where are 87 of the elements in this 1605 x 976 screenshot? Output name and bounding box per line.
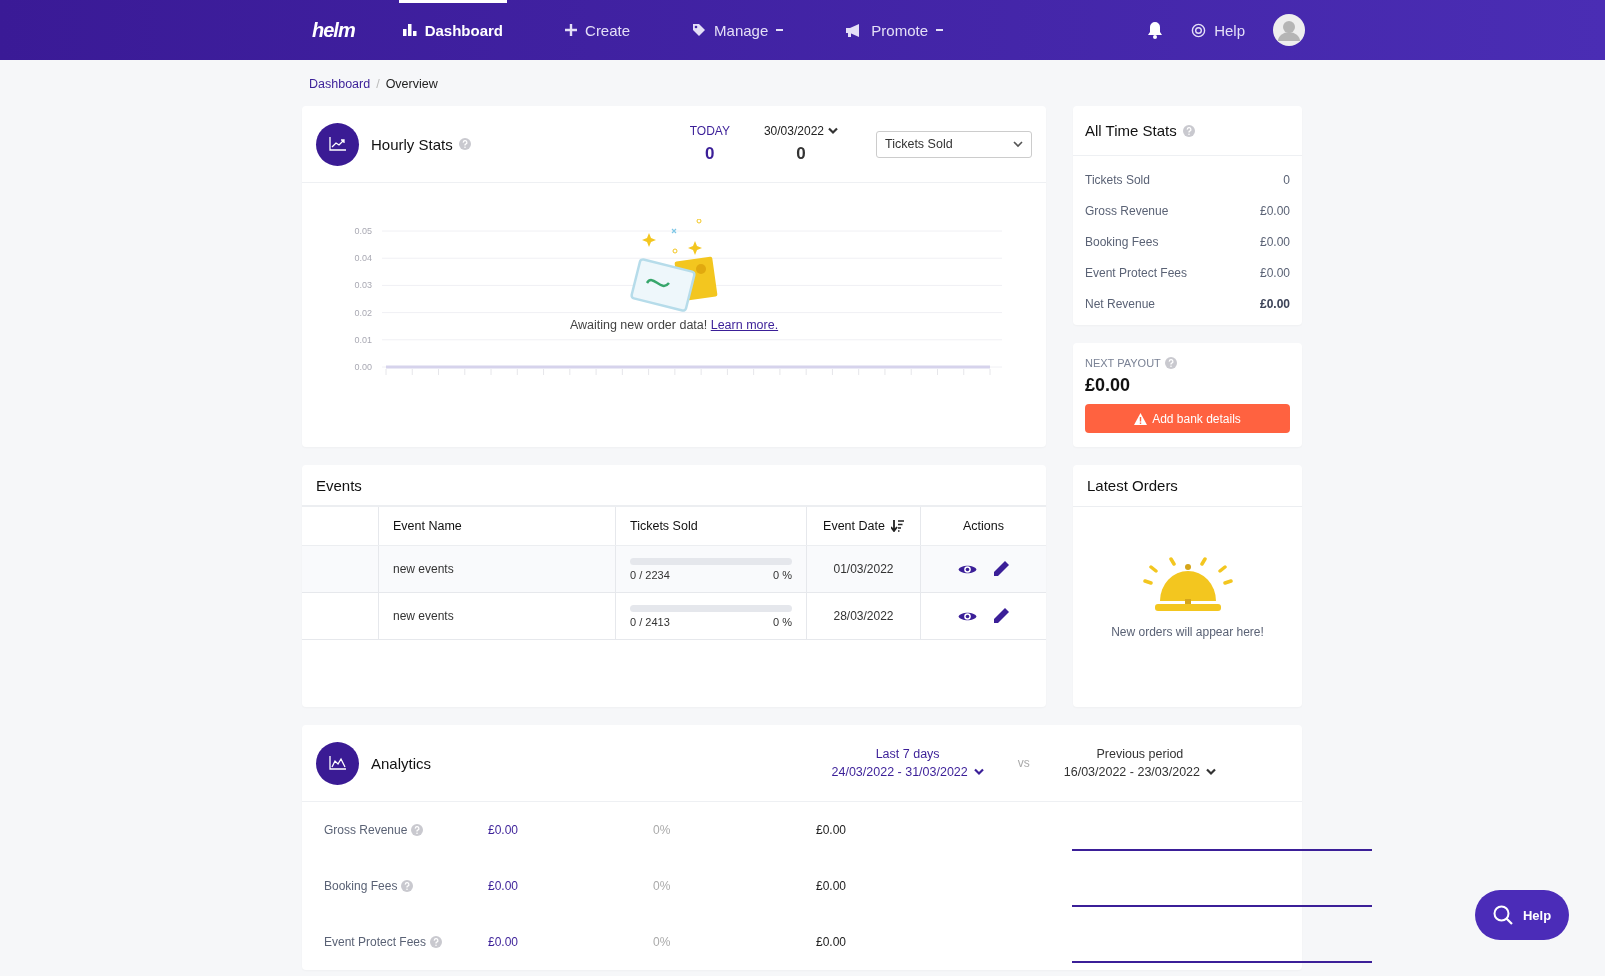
tickets-sold-percent: 0 % [773, 615, 792, 628]
y-tick-label: 0.03 [354, 280, 372, 291]
metric-label: Booking Fees [324, 879, 398, 893]
previous-value: £0.00 [816, 879, 848, 893]
chevron-down-icon[interactable] [1206, 768, 1216, 776]
pencil-icon[interactable] [993, 608, 1009, 624]
breadcrumb-link[interactable]: Dashboard [309, 77, 371, 91]
previous-value: £0.00 [816, 935, 848, 949]
metric-label: Gross Revenue [324, 823, 408, 837]
bell-icon[interactable] [1147, 21, 1164, 39]
stat-label: Gross Revenue [1085, 203, 1169, 218]
column-header: Tickets Sold [630, 519, 698, 533]
chart-icon [316, 122, 359, 166]
avatar[interactable] [1273, 14, 1305, 46]
plus-icon [565, 24, 578, 36]
card-title: Hourly Stats [371, 135, 453, 153]
change-percent: 0% [653, 879, 672, 893]
stat-value: 0 [1283, 172, 1290, 187]
stat-label: Net Revenue [1085, 296, 1156, 311]
today-label: TODAY [689, 124, 730, 138]
pencil-icon[interactable] [993, 561, 1009, 577]
change-percent: 0% [653, 935, 672, 949]
column-header: Event Name [393, 519, 462, 533]
breadcrumb-current: Overview [385, 77, 438, 91]
stat-label: Booking Fees [1085, 234, 1159, 249]
y-tick-label: 0.01 [354, 334, 372, 345]
breadcrumb-separator: / [376, 77, 380, 91]
column-header: Actions [963, 519, 1004, 533]
chevron-down-icon[interactable] [828, 127, 838, 135]
stat-value: £0.00 [1259, 265, 1290, 280]
date-label[interactable]: 30/03/2022 [763, 124, 824, 138]
stat-value: £0.00 [1259, 296, 1290, 311]
metric-label: Event Protect Fees [324, 935, 427, 949]
nav-item[interactable]: Manage [688, 0, 788, 60]
help-link[interactable]: Help [1185, 20, 1251, 40]
y-tick-label: 0.02 [354, 307, 372, 318]
sort-icon[interactable] [890, 520, 904, 532]
area-chart-icon [316, 741, 359, 785]
empty-state-text: Awaiting new order data! Learn more. [569, 318, 779, 332]
chevron-down-icon[interactable] [1013, 140, 1023, 148]
period-label: Last 7 days [875, 747, 940, 761]
today-value: 0 [705, 144, 715, 164]
y-tick-label: 0.04 [354, 253, 372, 264]
tickets-sold-count: 0 / 2234 [630, 568, 670, 581]
event-name: new events [378, 545, 616, 593]
service-bell-icon [1142, 557, 1233, 613]
event-date: 28/03/2022 [806, 592, 921, 640]
card-title: Analytics [371, 754, 432, 772]
current-value: £0.00 [488, 935, 520, 949]
current-value: £0.00 [488, 879, 520, 893]
y-tick-label: 0.00 [354, 362, 372, 372]
vs-label: vs [1017, 756, 1030, 770]
metric-dropdown[interactable]: Tickets Sold [876, 130, 1032, 158]
stat-value: £0.00 [1259, 203, 1290, 218]
chevron-down-icon[interactable] [973, 768, 984, 776]
date-value: 0 [796, 144, 806, 164]
nav-item[interactable]: Dashboard [398, 0, 508, 60]
bar-chart-icon [402, 24, 417, 36]
date-range[interactable]: 24/03/2022 - 31/03/2022 [831, 765, 968, 779]
tickets-sold-count: 0 / 2413 [630, 615, 670, 628]
card-title: Latest Orders [1087, 477, 1178, 494]
period-label: Previous period [1096, 747, 1184, 761]
payout-amount: £0.00 [1085, 375, 1132, 396]
column-header[interactable]: Event Date [823, 519, 885, 533]
stat-label: Event Protect Fees [1085, 265, 1188, 280]
empty-state-text: New orders will appear here! [1111, 625, 1264, 639]
nav-item[interactable]: Create [561, 0, 635, 60]
date-range[interactable]: 16/03/2022 - 23/03/2022 [1063, 765, 1200, 779]
warning-icon [1134, 412, 1148, 425]
payout-label: NEXT PAYOUT [1085, 357, 1161, 369]
stat-value: £0.00 [1259, 234, 1290, 249]
current-value: £0.00 [488, 823, 520, 837]
logo[interactable]: helm [312, 18, 355, 42]
search-icon [1492, 905, 1513, 925]
tag-icon [692, 23, 707, 37]
previous-value: £0.00 [816, 823, 848, 837]
tickets-sold-percent: 0 % [773, 568, 792, 581]
event-date: 01/03/2022 [806, 545, 921, 593]
card-title: Events [316, 477, 362, 494]
help-button[interactable]: Help [1475, 890, 1569, 940]
card-title: All Time Stats [1085, 122, 1177, 139]
learn-more-link[interactable]: Learn more. [710, 318, 779, 332]
nav-item[interactable]: Promote [841, 0, 947, 60]
stat-label: Tickets Sold [1085, 172, 1150, 187]
change-percent: 0% [653, 823, 672, 837]
y-tick-label: 0.05 [354, 226, 372, 236]
event-name: new events [378, 592, 616, 640]
